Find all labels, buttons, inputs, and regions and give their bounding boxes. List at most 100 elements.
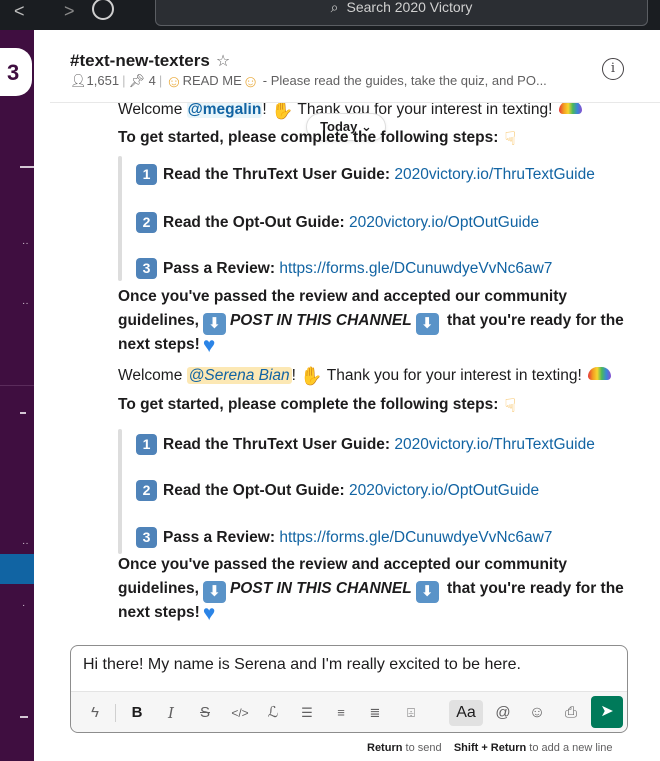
attachment-icon[interactable]: ⎙ (559, 700, 583, 726)
sidebar-item[interactable]: ·· (22, 538, 29, 549)
step-2: 2 Read the Opt-Out Guide: 2020victory.io/… (136, 480, 539, 502)
step-label: Read the Opt-Out Guide: (163, 482, 349, 499)
sidebar-item[interactable] (20, 412, 26, 414)
channel-name[interactable]: #text-new-texters ☆ (70, 51, 230, 71)
sidebar-item-active-channel[interactable] (0, 554, 34, 584)
step-1: 1 Read the ThruText User Guide: 2020victo… (136, 164, 595, 186)
thanks-text: Thank you for your interest in texting! (322, 367, 582, 384)
review-link[interactable]: https://forms.gle/DCunuwdyeVvNc6aw7 (279, 260, 552, 277)
blockquote-icon[interactable]: ≣ (363, 700, 387, 726)
quote-bar (118, 429, 122, 554)
step-label: Read the ThruText User Guide: (163, 436, 395, 453)
workspace-avatar[interactable]: 3 (0, 48, 32, 96)
sidebar-item[interactable]: ·· (22, 238, 29, 249)
outro-line-3: next steps! ♥ (118, 602, 215, 625)
down-arrow-emoji-icon: ⬇ (202, 313, 226, 335)
keycap-3-icon: 3 (136, 258, 157, 279)
rainbow-emoji-icon (558, 103, 582, 114)
step-label: Read the Opt-Out Guide: (163, 214, 349, 231)
outro-line-3: next steps! ♥ (118, 334, 215, 357)
member-count[interactable]: 1,651 (87, 73, 120, 88)
code-icon[interactable]: </> (227, 700, 253, 726)
hint-text: to send (402, 742, 442, 754)
outro-text: next steps! (118, 604, 200, 621)
smile-emoji-icon: ☺ (165, 73, 183, 90)
step-1: 1 Read the ThruText User Guide: 2020victo… (136, 434, 595, 456)
outro-line-2: guidelines, ⬇ POST IN THIS CHANNEL ⬇ that y… (118, 578, 624, 603)
outro-emphasis: POST IN THIS CHANNEL (229, 312, 412, 329)
wave-emoji-icon: ✋ (300, 366, 323, 386)
message-list: Welcome @megalin! ✋ Thank you for your i… (50, 103, 660, 635)
outro-line-1: Once you've passed the review and accept… (118, 554, 567, 576)
step-label: Pass a Review: (163, 529, 280, 546)
point-down-emoji-icon: ☟ (504, 396, 516, 417)
numbered-list-icon[interactable]: ☰ (295, 700, 319, 726)
back-arrow-icon[interactable]: < (14, 2, 25, 20)
pin-icon[interactable]: 📌︎ (128, 73, 145, 88)
send-icon[interactable]: ➤ (591, 696, 623, 728)
outro-text: that you're ready for the (446, 312, 624, 329)
sidebar-item[interactable]: ·· (22, 298, 29, 309)
outro-text: guidelines, (118, 580, 199, 597)
sidebar-item[interactable] (20, 716, 28, 718)
bold-icon[interactable]: B (125, 700, 149, 726)
step-label: Read the ThruText User Guide: (163, 166, 395, 183)
guide-link[interactable]: 2020victory.io/OptOutGuide (349, 482, 539, 499)
outro-text: next steps! (118, 336, 200, 353)
strikethrough-icon[interactable]: S (193, 700, 217, 726)
step-3: 3 Pass a Review: https://forms.gle/DCunuw… (136, 258, 552, 280)
review-link[interactable]: https://forms.gle/DCunuwdyeVvNc6aw7 (279, 529, 552, 546)
italic-icon[interactable]: I (159, 700, 183, 726)
steps-intro-text: To get started, please complete the foll… (118, 396, 499, 413)
message-input[interactable]: Hi there! My name is Serena and I'm real… (83, 656, 521, 674)
keycap-2-icon: 2 (136, 212, 157, 233)
channel-name-text: #text-new-texters (70, 51, 210, 70)
sidebar-item[interactable] (20, 166, 34, 168)
shortcuts-lightning-icon[interactable]: ϟ (83, 700, 107, 726)
blue-heart-emoji-icon: ♥ (202, 602, 216, 625)
sidebar-divider (0, 385, 34, 386)
guide-link[interactable]: 2020victory.io/ThruTextGuide (394, 166, 594, 183)
outro-text: Once you've passed the review and accept… (118, 556, 568, 573)
forward-arrow-icon[interactable]: > (64, 2, 75, 20)
members-icon[interactable]: 👤︎ (70, 73, 87, 88)
sidebar-item[interactable]: · (22, 600, 25, 611)
user-mention[interactable]: @megalin (186, 103, 263, 118)
message-composer[interactable]: Hi there! My name is Serena and I'm real… (70, 645, 628, 733)
composer-hint: Return to send Shift + Return to add a n… (367, 742, 612, 754)
star-icon[interactable]: ☆ (216, 53, 230, 70)
down-arrow-emoji-icon: ⬇ (415, 313, 439, 335)
hint-key: Shift + Return (453, 742, 527, 754)
top-bar: < > ⌕ Search 2020 Victory (0, 0, 660, 30)
steps-intro: To get started, please complete the foll… (118, 394, 516, 418)
search-placeholder: Search 2020 Victory (346, 0, 473, 15)
guide-link[interactable]: 2020victory.io/ThruTextGuide (394, 436, 594, 453)
hint-key: Return (367, 742, 403, 754)
channel-meta: 👤︎1,651 | 📌︎ 4 | ☺READ ME☺ - Please read the… (70, 73, 547, 90)
guide-link[interactable]: 2020victory.io/OptOutGuide (349, 214, 539, 231)
self-mention[interactable]: @Serena Bian (186, 367, 292, 384)
keycap-1-icon: 1 (136, 164, 157, 185)
rainbow-emoji-icon (588, 367, 612, 380)
search-bar[interactable]: ⌕ Search 2020 Victory (155, 0, 648, 26)
down-arrow-emoji-icon: ⬇ (415, 581, 439, 603)
point-down-emoji-icon: ☟ (504, 129, 516, 150)
channel-header: #text-new-texters ☆ 👤︎1,651 | 📌︎ 4 | ☺READ ME… (50, 30, 660, 103)
welcome-text: Welcome (118, 367, 187, 384)
hint-text: to add a new line (526, 742, 613, 754)
channel-description: - Please read the guides, take the quiz,… (259, 73, 547, 88)
outro-line-2: guidelines, ⬇ POST IN THIS CHANNEL ⬇ that y… (118, 310, 624, 335)
search-icon: ⌕ (330, 0, 339, 15)
step-label: Pass a Review: (163, 260, 280, 277)
formatting-toggle[interactable]: Aa (449, 700, 483, 726)
toolbar-divider (115, 704, 116, 722)
emoji-icon[interactable]: ☺ (525, 700, 549, 726)
info-icon[interactable]: i (602, 58, 624, 80)
bulleted-list-icon[interactable]: ≡ (329, 700, 353, 726)
code-block-icon[interactable]: ⌹ (399, 700, 423, 726)
mention-icon[interactable]: @ (491, 700, 515, 726)
link-icon[interactable]: ℒ (261, 700, 285, 726)
history-icon[interactable] (92, 0, 114, 20)
pinned-count[interactable]: 4 (149, 73, 156, 88)
sidebar-gap (34, 30, 50, 761)
